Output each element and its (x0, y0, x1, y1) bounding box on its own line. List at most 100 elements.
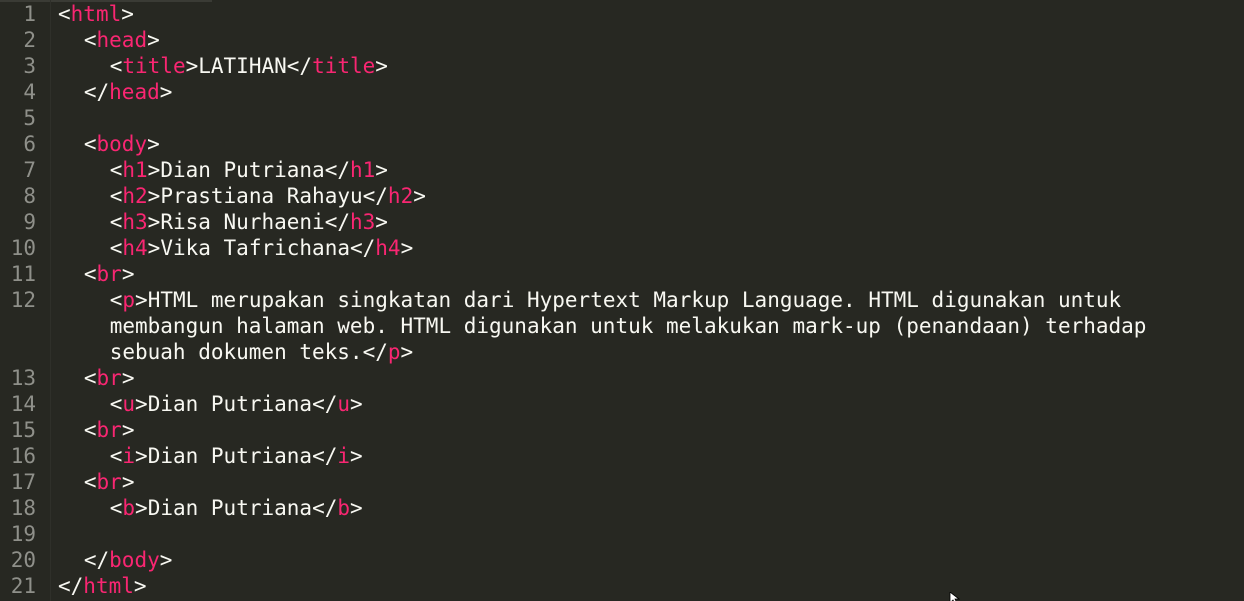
code-line[interactable]: 5 (0, 105, 1244, 131)
bracket-token: < (83, 132, 97, 156)
bracket-token: < (109, 184, 123, 208)
bracket-token: < (109, 210, 123, 234)
tag-name-token: u (337, 392, 351, 416)
line-number: 17 (10, 470, 36, 494)
line-number: 16 (10, 444, 36, 468)
line-number: 2 (23, 28, 36, 52)
text-token: Vika Tafrichana (160, 236, 350, 260)
code-text: <head> (84, 27, 160, 53)
bracket-token: </ (83, 548, 110, 572)
bracket-token: < (83, 262, 97, 286)
code-line[interactable]: 16 <i>Dian Putriana</i> (0, 443, 1244, 469)
tag-name-token: b (337, 496, 351, 520)
code-text: <p>HTML merupakan singkatan dari Hyperte… (110, 287, 1122, 313)
bracket-token: > (121, 470, 135, 494)
line-number: 5 (23, 106, 36, 130)
code-line[interactable]: 1 <html> (0, 1, 1244, 27)
tag-name-token: br (96, 366, 122, 390)
code-line[interactable]: 14 <u>Dian Putriana</u> (0, 391, 1244, 417)
bracket-token: > (400, 236, 414, 260)
code-text: <br> (84, 469, 135, 495)
code-text: <html> (58, 1, 134, 27)
code-text: <h3>Risa Nurhaeni</h3> (110, 209, 388, 235)
code-line[interactable]: 11 <br> (0, 261, 1244, 287)
bracket-token: > (135, 496, 148, 520)
tag-name-token: h2 (122, 184, 148, 208)
bracket-token: > (159, 548, 173, 572)
line-number: 3 (23, 54, 36, 78)
code-text: </head> (84, 79, 173, 105)
code-line[interactable]: 10 <h4>Vika Tafrichana</h4> (0, 235, 1244, 261)
bracket-token: > (375, 54, 388, 78)
code-line[interactable]: sebuah dokumen teks.</p> (0, 339, 1244, 365)
tag-name-token: i (337, 444, 351, 468)
code-line[interactable]: 9 <h3>Risa Nurhaeni</h3> (0, 209, 1244, 235)
bracket-token: > (121, 262, 135, 286)
tag-name-token: h3 (350, 210, 376, 234)
tag-name-token: h1 (350, 158, 376, 182)
bracket-token: > (350, 444, 363, 468)
tag-name-token: br (96, 418, 122, 442)
bracket-token: > (135, 288, 148, 312)
text-token: HTML merupakan singkatan dari Hypertext … (147, 288, 1122, 312)
code-line[interactable]: 20 </body> (0, 547, 1244, 573)
tag-name-token: title (312, 54, 376, 78)
code-line[interactable]: 21 </html> (0, 573, 1244, 599)
tag-name-token: h4 (375, 236, 401, 260)
code-line[interactable]: 17 <br> (0, 469, 1244, 495)
tag-name-token: p (122, 288, 136, 312)
bracket-token: > (147, 28, 160, 52)
line-number: 19 (10, 522, 36, 546)
code-text: <h4>Vika Tafrichana</h4> (110, 235, 414, 261)
bracket-token: < (109, 54, 123, 78)
bracket-token: < (109, 392, 123, 416)
code-line[interactable]: 3 <title>LATIHAN</title> (0, 53, 1244, 79)
code-line[interactable]: 13 <br> (0, 365, 1244, 391)
code-text: membangun halaman web. HTML digunakan un… (110, 313, 1147, 339)
code-text: <body> (84, 131, 160, 157)
bracket-token: </ (312, 496, 338, 520)
code-line[interactable]: 19 (0, 521, 1244, 547)
bracket-token: > (121, 366, 135, 390)
text-token: membangun halaman web. HTML digunakan un… (109, 314, 1147, 338)
code-text: <br> (84, 365, 135, 391)
line-number: 6 (23, 132, 36, 156)
line-number: 1 (23, 2, 36, 26)
code-line[interactable]: 15 <br> (0, 417, 1244, 443)
tag-name-token: h3 (122, 210, 148, 234)
code-line[interactable]: membangun halaman web. HTML digunakan un… (0, 313, 1244, 339)
code-line[interactable]: 18 <b>Dian Putriana</b> (0, 495, 1244, 521)
text-token: Dian Putriana (147, 444, 313, 468)
bracket-token: </ (349, 236, 376, 260)
code-text: <h2>Prastiana Rahayu</h2> (110, 183, 426, 209)
code-editor[interactable]: 1 <html> 2 <head> 3 <title>LATIHAN</title> 4 </… (0, 0, 1244, 601)
code-line[interactable]: 4 </head> (0, 79, 1244, 105)
bracket-token: > (147, 132, 160, 156)
code-line[interactable]: 12 <p>HTML merupakan singkatan dari Hyper… (0, 287, 1244, 313)
bracket-token: </ (362, 340, 388, 364)
text-token: Risa Nurhaeni (160, 210, 325, 234)
line-number: 7 (23, 158, 36, 182)
code-line[interactable]: 8 <h2>Prastiana Rahayu</h2> (0, 183, 1244, 209)
bracket-token: < (109, 158, 123, 182)
bracket-token: </ (362, 184, 388, 208)
bracket-token: > (133, 574, 147, 598)
code-text: </body> (84, 547, 173, 573)
bracket-token: < (83, 28, 97, 52)
bracket-token: > (147, 158, 161, 182)
code-line[interactable]: 2 <head> (0, 27, 1244, 53)
code-text: <br> (84, 417, 135, 443)
bracket-token: </ (312, 392, 338, 416)
bracket-token: < (83, 470, 97, 494)
tag-name-token: h1 (122, 158, 148, 182)
bracket-token: > (375, 210, 388, 234)
bracket-token: < (109, 236, 123, 260)
code-text: <title>LATIHAN</title> (110, 53, 388, 79)
code-line[interactable]: 6 <body> (0, 131, 1244, 157)
bracket-token: </ (324, 210, 350, 234)
bracket-token: > (121, 2, 134, 26)
code-line[interactable]: 7 <h1>Dian Putriana</h1> (0, 157, 1244, 183)
text-token: Prastiana Rahayu (160, 184, 363, 208)
line-number: 11 (10, 262, 36, 286)
tag-name-token: br (96, 262, 122, 286)
